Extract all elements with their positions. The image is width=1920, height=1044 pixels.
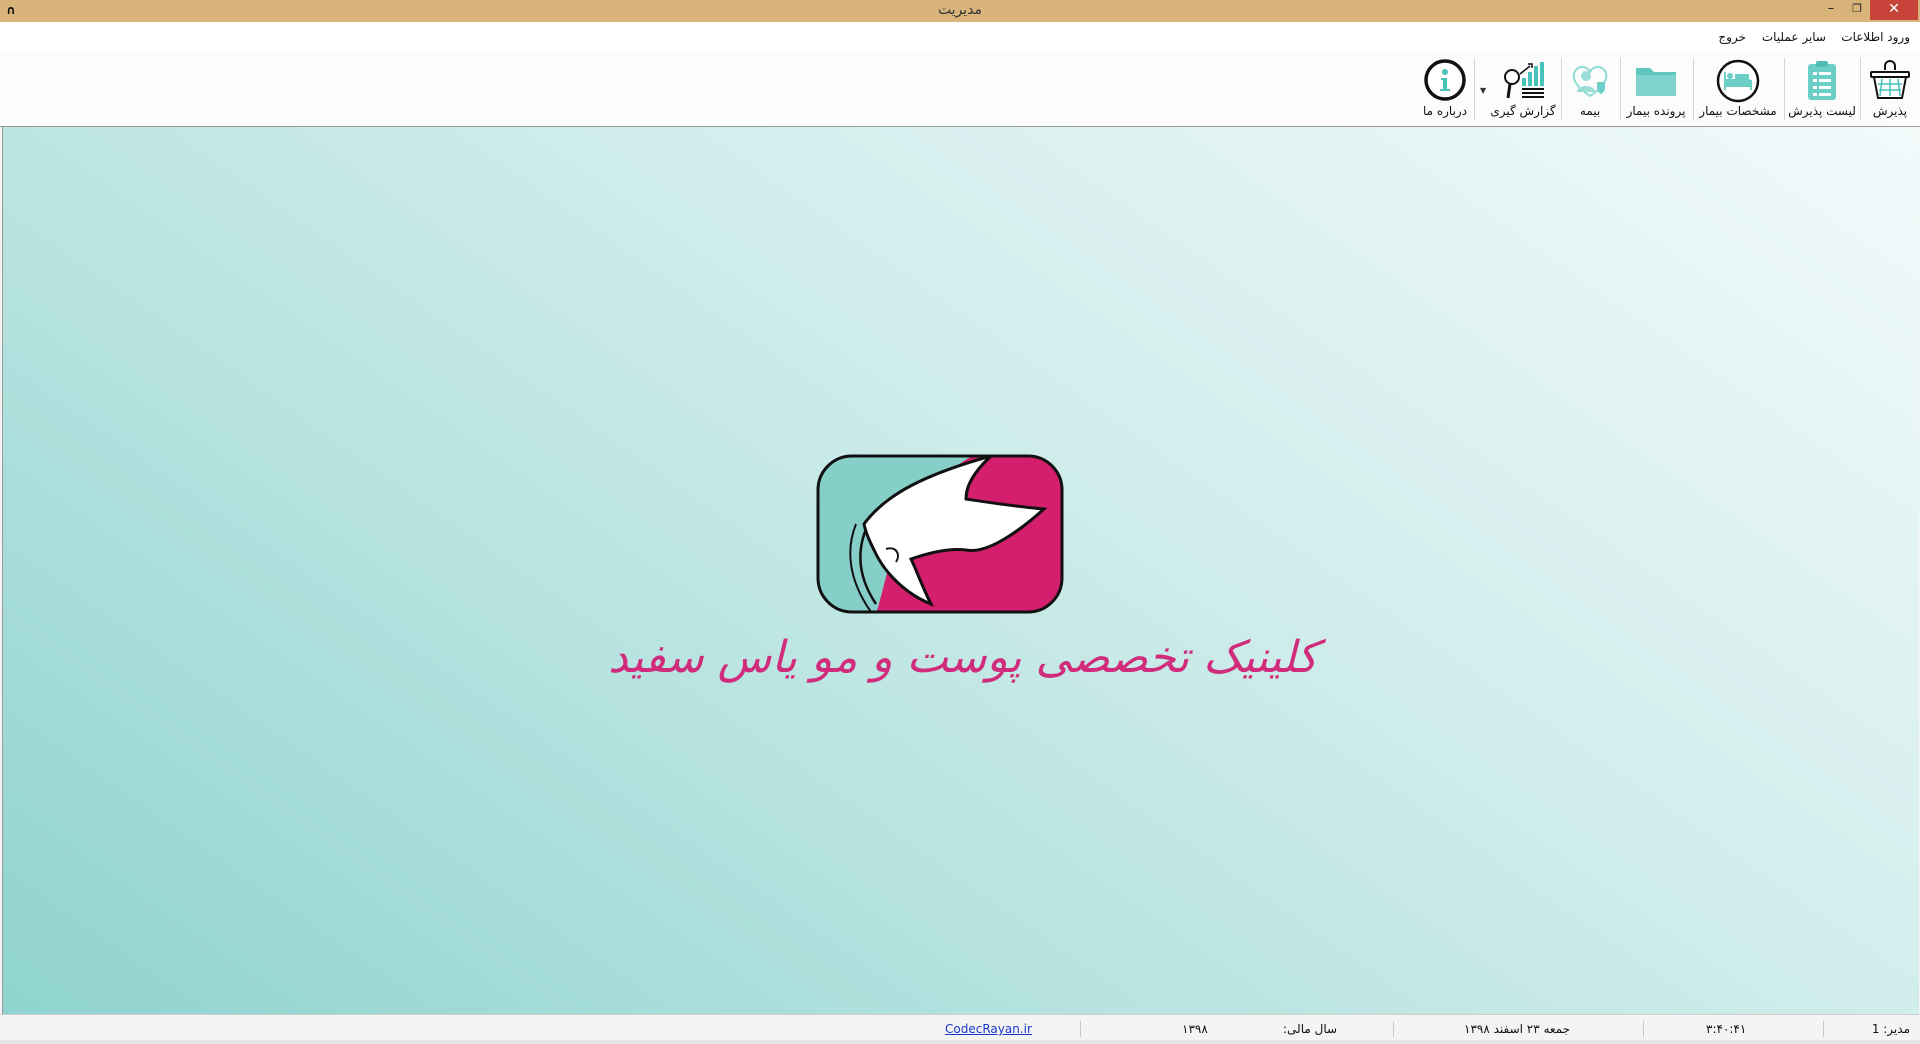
- reports-label: گزارش گیری: [1490, 104, 1556, 118]
- patient-details-label: مشخصات بیمار: [1699, 104, 1777, 118]
- status-separator: [1643, 1021, 1644, 1037]
- toolbar-separator: [1620, 58, 1621, 120]
- status-manager: مدیر: 1: [1871, 1022, 1910, 1036]
- restore-button[interactable]: ❐: [1844, 0, 1870, 20]
- reception-list-label: لیست پذیرش: [1788, 104, 1856, 118]
- clinic-name: کلینیک تخصصی پوست و مو یاس سفید: [608, 632, 1318, 683]
- website-link[interactable]: CodecRayan.ir: [945, 1022, 1032, 1036]
- app-window: ∩ مدیریت – ❐ ✕ ورود اطلاعات سایر عملیات …: [0, 0, 1920, 1044]
- menu-other-operations[interactable]: سایر عملیات: [1762, 30, 1826, 44]
- menu-data-entry[interactable]: ورود اطلاعات: [1841, 30, 1910, 44]
- reception-list-button[interactable]: لیست پذیرش: [1786, 56, 1858, 122]
- toolbar-separator: [1693, 58, 1694, 120]
- title-bar: ∩ مدیریت – ❐ ✕: [0, 0, 1920, 23]
- clipboard-list-icon: [1808, 61, 1836, 100]
- status-fiscal-year: ۱۳۹۸: [1182, 1022, 1208, 1036]
- menu-bar: ورود اطلاعات سایر عملیات خروج: [0, 22, 1920, 50]
- toolbar-separator: [1561, 58, 1562, 120]
- status-time: ۳:۴۰:۴۱: [1706, 1022, 1747, 1036]
- insurance-button[interactable]: بیمه: [1563, 56, 1617, 122]
- toolbar-separator: [1474, 58, 1475, 120]
- clinic-logo: [816, 454, 1064, 614]
- patient-details-button[interactable]: مشخصات بیمار: [1695, 56, 1781, 122]
- main-workspace: کلینیک تخصصی پوست و مو یاس سفید: [2, 127, 1919, 1014]
- status-fiscal-year-label: سال مالی:: [1283, 1022, 1338, 1036]
- patient-file-button[interactable]: پرونده بیمار: [1622, 56, 1690, 122]
- window-title: مدیریت: [937, 2, 983, 18]
- patient-bed-icon: [1716, 59, 1760, 103]
- status-separator: [1393, 1021, 1394, 1037]
- folder-icon: [1636, 68, 1676, 96]
- report-chart-icon: [1504, 62, 1544, 99]
- minimize-button[interactable]: –: [1818, 0, 1844, 20]
- reports-button[interactable]: گزارش گیری: [1488, 56, 1558, 122]
- status-separator: [1080, 1021, 1081, 1037]
- about-button[interactable]: درباره ما: [1418, 56, 1472, 122]
- reception-button[interactable]: پذیرش: [1862, 56, 1918, 122]
- close-button[interactable]: ✕: [1870, 0, 1918, 20]
- reception-label: پذیرش: [1872, 104, 1908, 118]
- bottom-taskbar-strip: [0, 1040, 1920, 1044]
- menu-exit[interactable]: خروج: [1718, 30, 1746, 44]
- toolbar-separator: [1860, 58, 1861, 120]
- status-date: جمعه ۲۳ اسفند ۱۳۹۸: [1464, 1022, 1571, 1036]
- toolbar: پذیرش لیست پذیرش مشخصات بیمار پرونده بیم…: [0, 50, 1920, 127]
- basket-icon: [1870, 60, 1910, 99]
- reports-dropdown-arrow[interactable]: ▼: [1480, 86, 1486, 95]
- patient-file-label: پرونده بیمار: [1626, 104, 1686, 118]
- status-separator: [1823, 1021, 1824, 1037]
- info-icon: [1424, 59, 1466, 101]
- toolbar-separator: [1784, 58, 1785, 120]
- insurance-person-icon: [1572, 66, 1608, 98]
- insurance-label: بیمه: [1579, 104, 1601, 118]
- about-label: درباره ما: [1422, 104, 1468, 118]
